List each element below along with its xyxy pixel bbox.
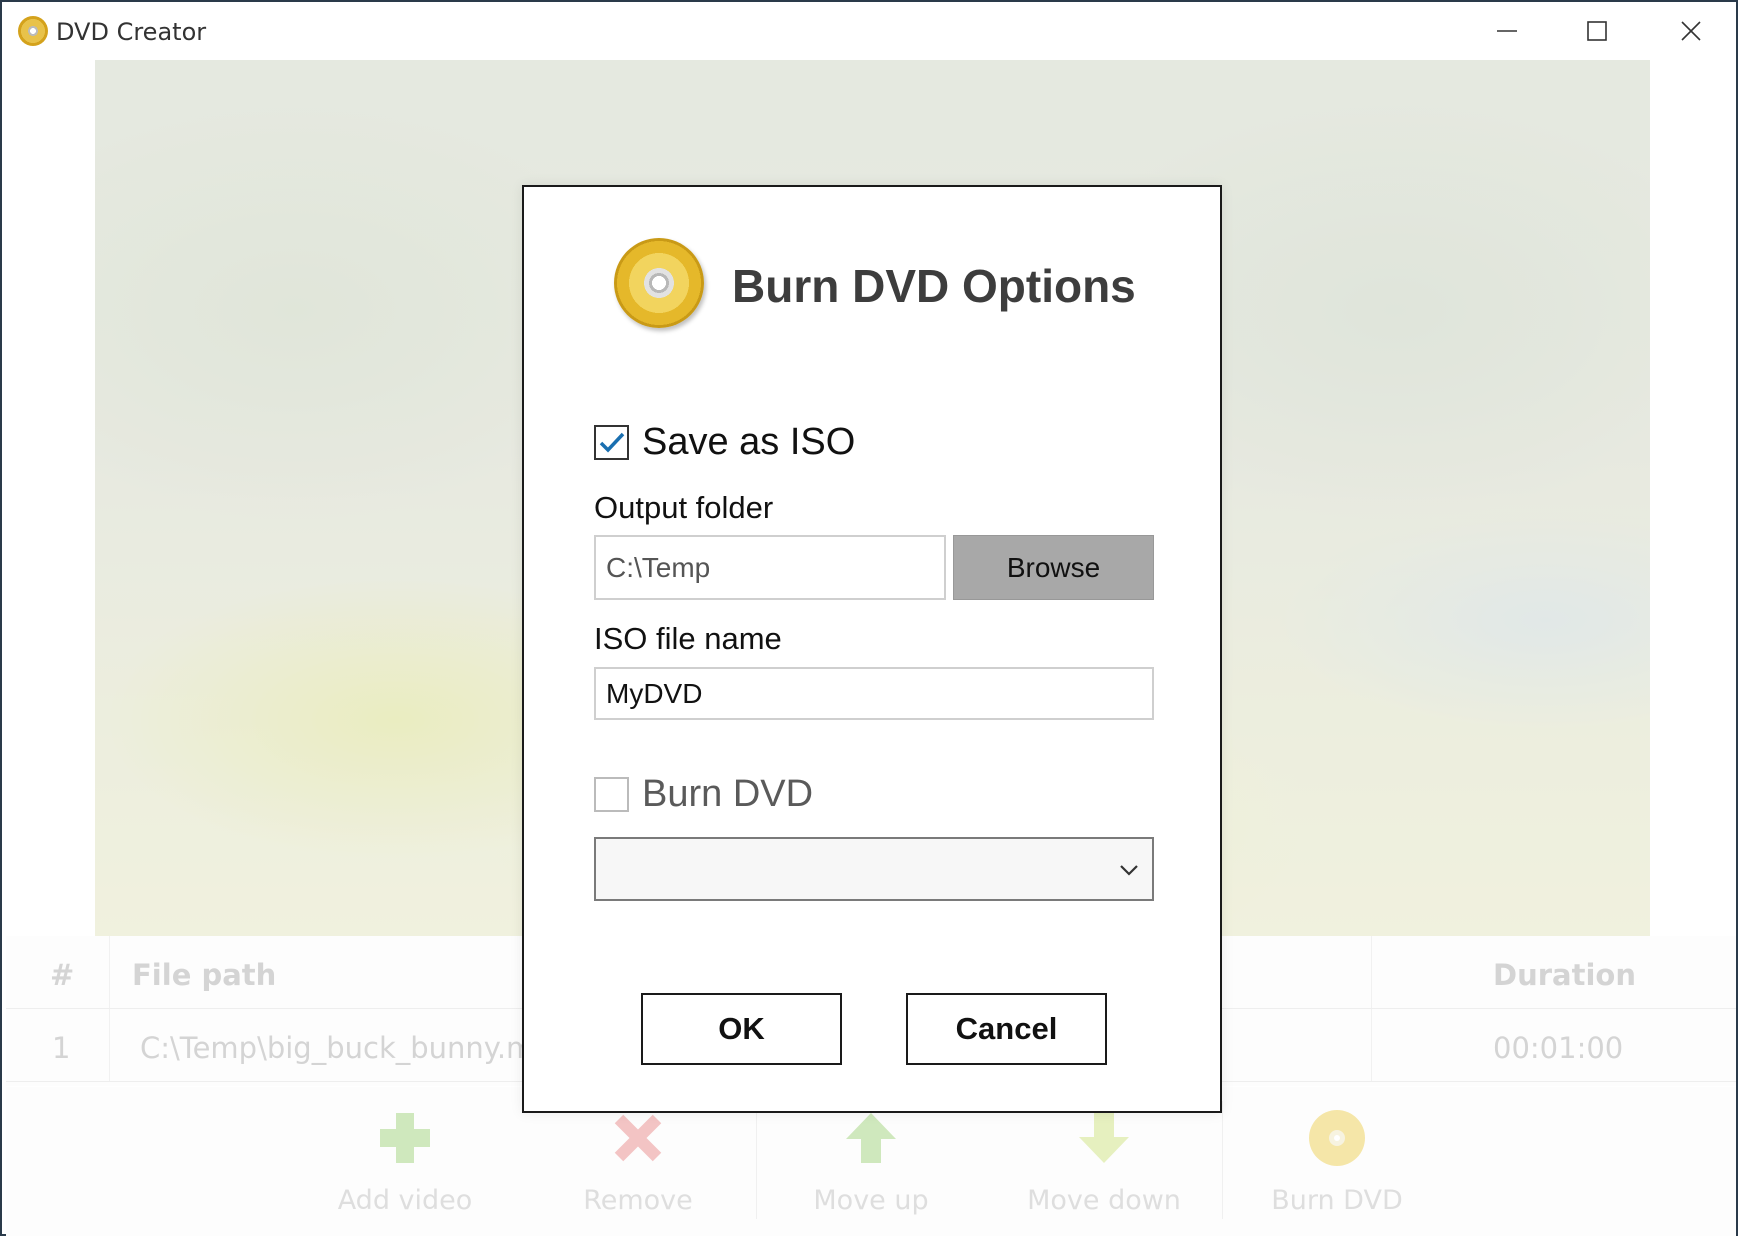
toolbar-separator	[1222, 1101, 1223, 1219]
plus-icon	[310, 1107, 500, 1169]
burn-options-dialog: Burn DVD Options Save as ISO Output fold…	[522, 185, 1222, 1113]
move-up-button[interactable]: Move up	[776, 1107, 966, 1216]
save-as-iso-label[interactable]: Save as ISO	[642, 421, 855, 464]
toolbar-separator	[756, 1101, 757, 1219]
row-file-path: C:\Temp\big_buck_bunny.m	[140, 1031, 535, 1065]
minimize-button[interactable]	[1462, 2, 1552, 60]
window-title: DVD Creator	[56, 18, 207, 46]
arrow-down-icon	[1009, 1107, 1199, 1169]
add-video-label: Add video	[337, 1185, 473, 1216]
move-up-label: Move up	[813, 1185, 929, 1216]
iso-file-name-label: ISO file name	[594, 621, 782, 656]
output-folder-label: Output folder	[594, 490, 774, 525]
drive-select[interactable]	[594, 837, 1154, 901]
dvd-app-icon	[18, 16, 48, 46]
header-index[interactable]: #	[50, 958, 74, 992]
iso-file-name-input[interactable]: MyDVD	[594, 667, 1154, 720]
dialog-title: Burn DVD Options	[732, 260, 1136, 312]
close-icon	[1681, 21, 1701, 41]
x-icon	[543, 1107, 733, 1169]
header-duration[interactable]: Duration	[1493, 958, 1636, 992]
ok-button[interactable]: OK	[641, 993, 842, 1065]
move-down-button[interactable]: Move down	[1009, 1107, 1199, 1216]
chevron-down-icon	[1120, 865, 1138, 876]
app-window: DVD Creator # File path Duration 1 C:\Te…	[0, 0, 1738, 1236]
maximize-icon	[1587, 21, 1607, 41]
checkmark-icon	[599, 432, 624, 453]
burn-dvd-toolbar-button[interactable]: Burn DVD	[1242, 1107, 1432, 1216]
title-bar: DVD Creator	[2, 2, 1736, 60]
output-folder-input[interactable]: C:\Temp	[594, 535, 946, 600]
disc-icon	[1242, 1107, 1432, 1169]
burn-dvd-label[interactable]: Burn DVD	[642, 773, 813, 816]
remove-label: Remove	[583, 1185, 693, 1216]
burn-dvd-checkbox[interactable]	[594, 777, 629, 812]
save-as-iso-checkbox[interactable]	[594, 425, 629, 460]
burn-dvd-toolbar-label: Burn DVD	[1271, 1185, 1403, 1216]
arrow-up-icon	[776, 1107, 966, 1169]
cancel-button[interactable]: Cancel	[906, 993, 1107, 1065]
close-button[interactable]	[1646, 2, 1736, 60]
move-down-label: Move down	[1027, 1185, 1181, 1216]
row-index: 1	[52, 1031, 71, 1065]
remove-button[interactable]: Remove	[543, 1107, 733, 1216]
dvd-disc-icon	[614, 238, 704, 328]
maximize-button[interactable]	[1552, 2, 1642, 60]
header-file-path[interactable]: File path	[132, 958, 276, 992]
browse-button[interactable]: Browse	[953, 535, 1154, 600]
row-duration: 00:01:00	[1493, 1031, 1624, 1065]
minimize-icon	[1497, 30, 1517, 32]
add-video-button[interactable]: Add video	[310, 1107, 500, 1216]
